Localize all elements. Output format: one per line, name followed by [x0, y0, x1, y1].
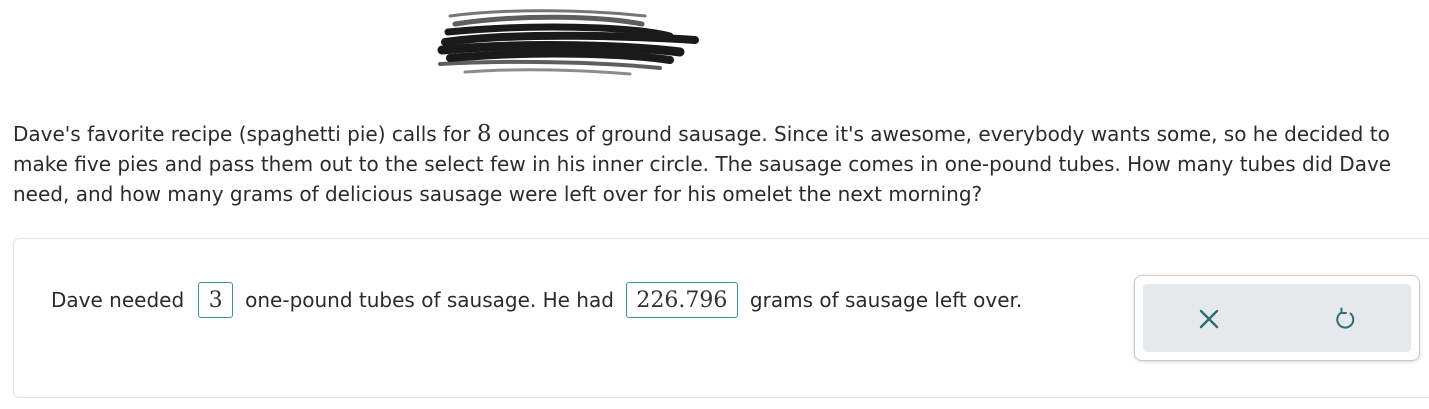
answer-suffix: grams of sausage left over.: [749, 288, 1023, 312]
answer-prefix: Dave needed: [51, 288, 185, 312]
question-part-1: Dave's favorite recipe (spaghetti pie) c…: [13, 122, 477, 146]
answer-tools-bar: [1143, 284, 1411, 352]
question-text: Dave's favorite recipe (spaghetti pie) c…: [13, 119, 1418, 209]
close-icon: [1199, 309, 1219, 329]
answer-tools: [1134, 275, 1420, 361]
undo-button[interactable]: [1325, 301, 1365, 337]
ounces-value: 8: [476, 121, 492, 147]
grams-answer-input[interactable]: 226.796: [625, 282, 738, 318]
undo-icon: [1336, 307, 1355, 329]
answer-line: Dave needed 3 one-pound tubes of sausage…: [51, 282, 1022, 318]
answer-middle: one-pound tubes of sausage. He had: [245, 288, 614, 312]
redaction-scribble: [437, 9, 699, 76]
clear-button[interactable]: [1189, 301, 1229, 337]
tubes-answer-input[interactable]: 3: [198, 282, 234, 318]
page: Dave's favorite recipe (spaghetti pie) c…: [0, 0, 1429, 409]
